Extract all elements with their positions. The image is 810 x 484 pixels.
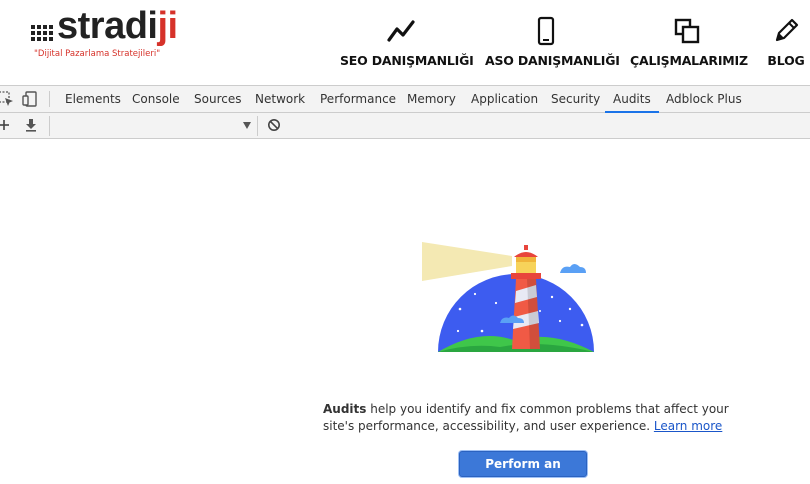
logo-wordmark: stradiji xyxy=(57,6,178,46)
nav-label-aso: ASO DANIŞMANLIĞI xyxy=(485,53,620,68)
stradiji-logo[interactable]: stradiji "Dijital Pazarlama Stratejileri… xyxy=(30,6,190,62)
audits-description: Audits help you identify and fix common … xyxy=(323,401,743,435)
device-toolbar-icon[interactable] xyxy=(22,91,38,107)
devtools-panel: Elements Console Sources Network Perform… xyxy=(0,85,810,484)
perform-audit-button[interactable]: Perform an audit... xyxy=(459,451,587,484)
tab-console[interactable]: Console xyxy=(124,86,188,112)
toolbar-divider xyxy=(49,91,50,107)
audits-panel: Audits help you identify and fix common … xyxy=(0,139,810,484)
plus-icon[interactable] xyxy=(0,118,11,132)
download-icon[interactable] xyxy=(24,118,38,132)
logo-text-accent: ji xyxy=(157,5,178,47)
tab-sources[interactable]: Sources xyxy=(186,86,249,112)
nav-item-calismalarimiz[interactable]: ÇALIŞMALARIMIZ xyxy=(630,0,748,85)
copy-windows-icon xyxy=(674,18,700,44)
logo-text-main: stradi xyxy=(57,5,158,47)
tab-elements[interactable]: Elements xyxy=(57,86,129,112)
audits-toolbar xyxy=(0,113,810,139)
chevron-down-icon xyxy=(243,122,251,129)
tab-memory[interactable]: Memory xyxy=(399,86,464,112)
website-header: stradiji "Dijital Pazarlama Stratejileri… xyxy=(0,0,810,85)
report-select[interactable] xyxy=(49,116,258,136)
trend-line-icon xyxy=(387,20,415,42)
logo-dots-icon xyxy=(31,25,53,41)
clear-icon[interactable] xyxy=(267,118,281,132)
tab-audits[interactable]: Audits xyxy=(605,86,659,113)
nav-label-seo: SEO DANIŞMANLIĞI xyxy=(340,53,474,68)
nav-label-blog: BLOG xyxy=(767,53,805,68)
tab-security[interactable]: Security xyxy=(543,86,608,112)
nav-item-aso[interactable]: ASO DANIŞMANLIĞI xyxy=(485,0,620,85)
logo-tagline: "Dijital Pazarlama Stratejileri" xyxy=(34,49,161,59)
tab-adblock-plus[interactable]: Adblock Plus xyxy=(658,86,750,112)
smartphone-icon xyxy=(537,16,555,46)
tab-application[interactable]: Application xyxy=(463,86,546,112)
nav-label-calismalarimiz: ÇALIŞMALARIMIZ xyxy=(630,53,748,68)
nav-item-seo[interactable]: SEO DANIŞMANLIĞI xyxy=(340,0,474,85)
inspect-element-icon[interactable] xyxy=(0,91,14,107)
devtools-tab-bar: Elements Console Sources Network Perform… xyxy=(0,86,810,113)
tab-network[interactable]: Network xyxy=(247,86,313,112)
audits-description-title: Audits xyxy=(323,402,367,416)
learn-more-link[interactable]: Learn more xyxy=(654,419,722,433)
nav-item-blog[interactable]: BLOG xyxy=(765,0,807,85)
tab-performance[interactable]: Performance xyxy=(312,86,404,112)
pencil-icon xyxy=(775,18,799,42)
lighthouse-illustration xyxy=(422,242,594,352)
